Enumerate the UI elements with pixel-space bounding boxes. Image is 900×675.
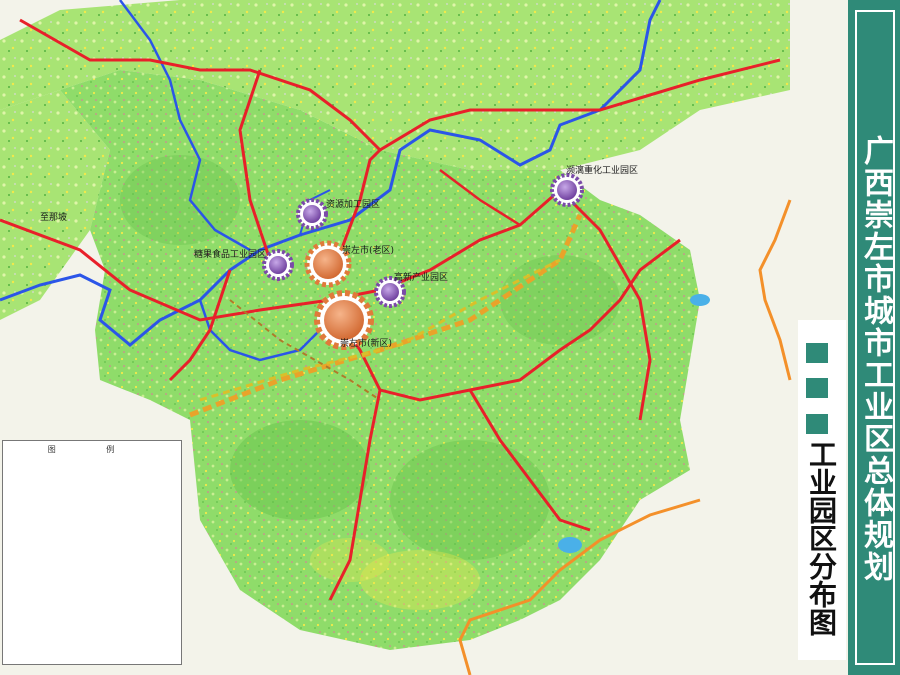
map-figure: 图 例 资源加工园区 糖果食品工业园区 崇左市(老区) 高新产业园区 崇左市(新… — [0, 0, 900, 675]
decorative-square — [806, 414, 828, 434]
zone-marker-pingxiang — [550, 173, 584, 207]
label-zone-ziyuan: 资源加工园区 — [326, 200, 381, 210]
label-zone-pingxiang: 濒漓重化工业园区 — [566, 166, 639, 176]
label-zone-gaoxin: 高新产业园区 — [394, 273, 449, 283]
map-subtitle: 工业园区分布图 — [805, 440, 838, 636]
decorative-square — [806, 343, 828, 363]
zone-marker-ziyuan — [296, 198, 328, 230]
label-to-napo: 至那坡 — [40, 213, 68, 223]
zone-marker-tangguo — [262, 249, 294, 281]
decorative-square — [806, 378, 828, 398]
label-zone-laoqu: 崇左市(老区) — [342, 246, 395, 256]
label-zone-xinqu: 崇左市(新区) — [340, 339, 393, 349]
label-zone-tangguo: 糖果食品工业园区 — [194, 250, 267, 260]
map-title: 广西崇左市城市工业区总体规划 — [858, 135, 893, 583]
legend-box: 图 例 — [2, 440, 182, 665]
legend-heading: 图 例 — [47, 445, 139, 454]
